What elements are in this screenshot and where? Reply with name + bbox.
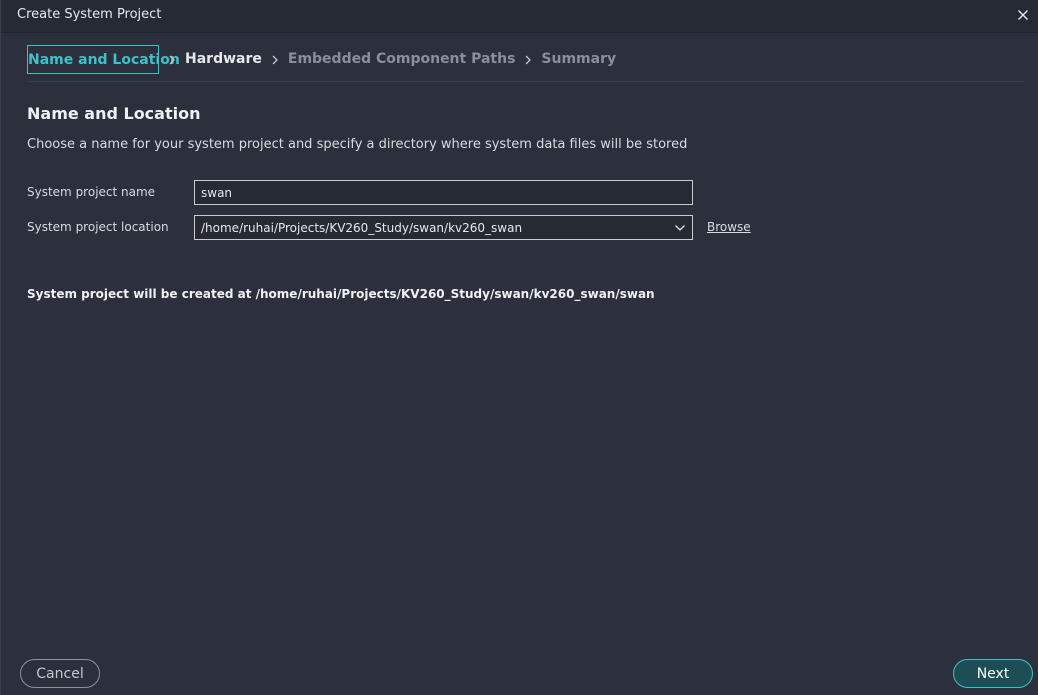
project-location-select[interactable]: /home/ruhai/Projects/KV260_Study/swan/kv… xyxy=(194,215,693,240)
step-name-and-location[interactable]: Name and Location xyxy=(27,45,180,74)
project-location-value: /home/ruhai/Projects/KV260_Study/swan/kv… xyxy=(201,220,523,235)
step-summary: Summary xyxy=(541,51,617,67)
cancel-button[interactable]: Cancel xyxy=(20,659,100,688)
next-button[interactable]: Next xyxy=(953,659,1033,688)
wizard-steps: Name and Location Hardware Embedded Comp… xyxy=(27,45,1024,82)
title-bar: Create System Project xyxy=(1,0,1038,33)
dialog-title: Create System Project xyxy=(17,7,162,22)
project-path-summary: System project will be created at /home/… xyxy=(27,287,655,301)
section-title: Name and Location xyxy=(27,104,201,123)
step-hardware[interactable]: Hardware xyxy=(185,45,262,74)
chevron-right-icon xyxy=(159,45,185,74)
create-system-project-dialog: Create System Project Name and Location … xyxy=(0,0,1038,695)
section-description: Choose a name for your system project an… xyxy=(27,137,688,152)
step-embedded-component-paths: Embedded Component Paths xyxy=(287,51,516,67)
project-name-input[interactable] xyxy=(194,180,693,205)
chevron-right-icon xyxy=(515,45,541,74)
browse-link[interactable]: Browse xyxy=(707,220,751,234)
close-icon xyxy=(1018,10,1028,20)
close-button[interactable] xyxy=(1013,5,1033,25)
chevron-down-icon xyxy=(675,224,685,231)
project-location-label: System project location xyxy=(27,220,169,234)
project-name-label: System project name xyxy=(27,185,156,199)
chevron-right-icon xyxy=(262,45,288,74)
